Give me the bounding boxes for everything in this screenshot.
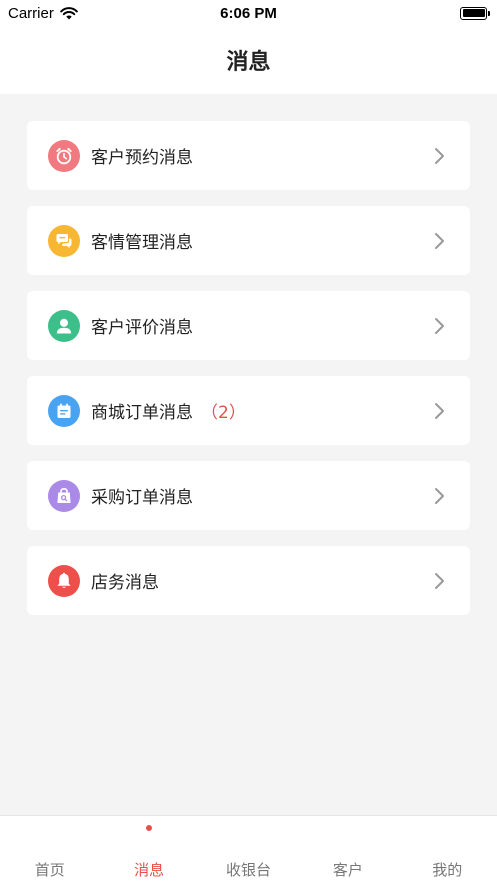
chevron-right-icon — [435, 572, 444, 589]
carrier-label: Carrier — [8, 4, 54, 22]
message-item-purchase-order[interactable]: 采购订单消息 — [27, 461, 470, 530]
tab-label: 消息 — [134, 861, 165, 879]
tab-mine[interactable]: 我的 — [398, 816, 497, 883]
wifi-icon — [60, 6, 78, 19]
nav-bar: 消息 — [0, 26, 497, 94]
chevron-right-icon — [435, 487, 444, 504]
message-item-count: （2） — [201, 403, 246, 423]
alarm-clock-icon — [48, 139, 80, 172]
chevron-right-icon — [435, 317, 444, 334]
status-left: Carrier — [8, 5, 78, 22]
tab-bar: 首页 消息 收银台 客户 我的 — [0, 815, 497, 883]
message-item-label: 商城订单消息 — [91, 403, 193, 423]
status-bar: Carrier 6:06 PM — [0, 0, 497, 26]
message-item-mall-order[interactable]: 商城订单消息 （2） — [27, 376, 470, 445]
message-item-label: 客户预约消息 — [91, 148, 193, 168]
message-item-store-affairs[interactable]: 店务消息 — [27, 546, 470, 615]
tab-customers[interactable]: 客户 — [298, 816, 397, 883]
message-item-label: 客情管理消息 — [91, 233, 193, 253]
tab-home[interactable]: 首页 — [0, 816, 99, 883]
chat-bubbles-icon — [48, 224, 80, 257]
tab-label: 收银台 — [225, 861, 271, 879]
message-item-customer-appointment[interactable]: 客户预约消息 — [27, 121, 470, 190]
message-item-customer-relations[interactable]: 客情管理消息 — [27, 206, 470, 275]
shopping-bag-icon — [48, 479, 80, 512]
tab-cashier[interactable]: 收银台 — [199, 816, 298, 883]
message-list: 客户预约消息 客情管理消息 客户评价消息 商城订单消息 （2） 采购订单消息 店… — [27, 121, 470, 631]
person-icon — [48, 309, 80, 342]
page-title: 消息 — [226, 50, 271, 75]
battery-fill — [462, 9, 485, 17]
tab-label: 客户 — [332, 861, 363, 879]
calendar-order-icon — [48, 394, 80, 427]
chevron-right-icon — [435, 147, 444, 164]
chevron-right-icon — [435, 402, 444, 419]
battery-icon — [460, 6, 490, 20]
tab-messages[interactable]: 消息 — [99, 816, 198, 883]
chevron-right-icon — [435, 232, 444, 249]
message-item-customer-review[interactable]: 客户评价消息 — [27, 291, 470, 360]
message-item-label: 采购订单消息 — [91, 488, 193, 508]
message-item-label: 店务消息 — [91, 573, 159, 593]
tab-label: 我的 — [432, 861, 463, 879]
message-item-label: 客户评价消息 — [91, 318, 193, 338]
active-indicator-dot — [146, 825, 153, 831]
tab-label: 首页 — [34, 861, 65, 879]
bell-icon — [48, 564, 80, 597]
